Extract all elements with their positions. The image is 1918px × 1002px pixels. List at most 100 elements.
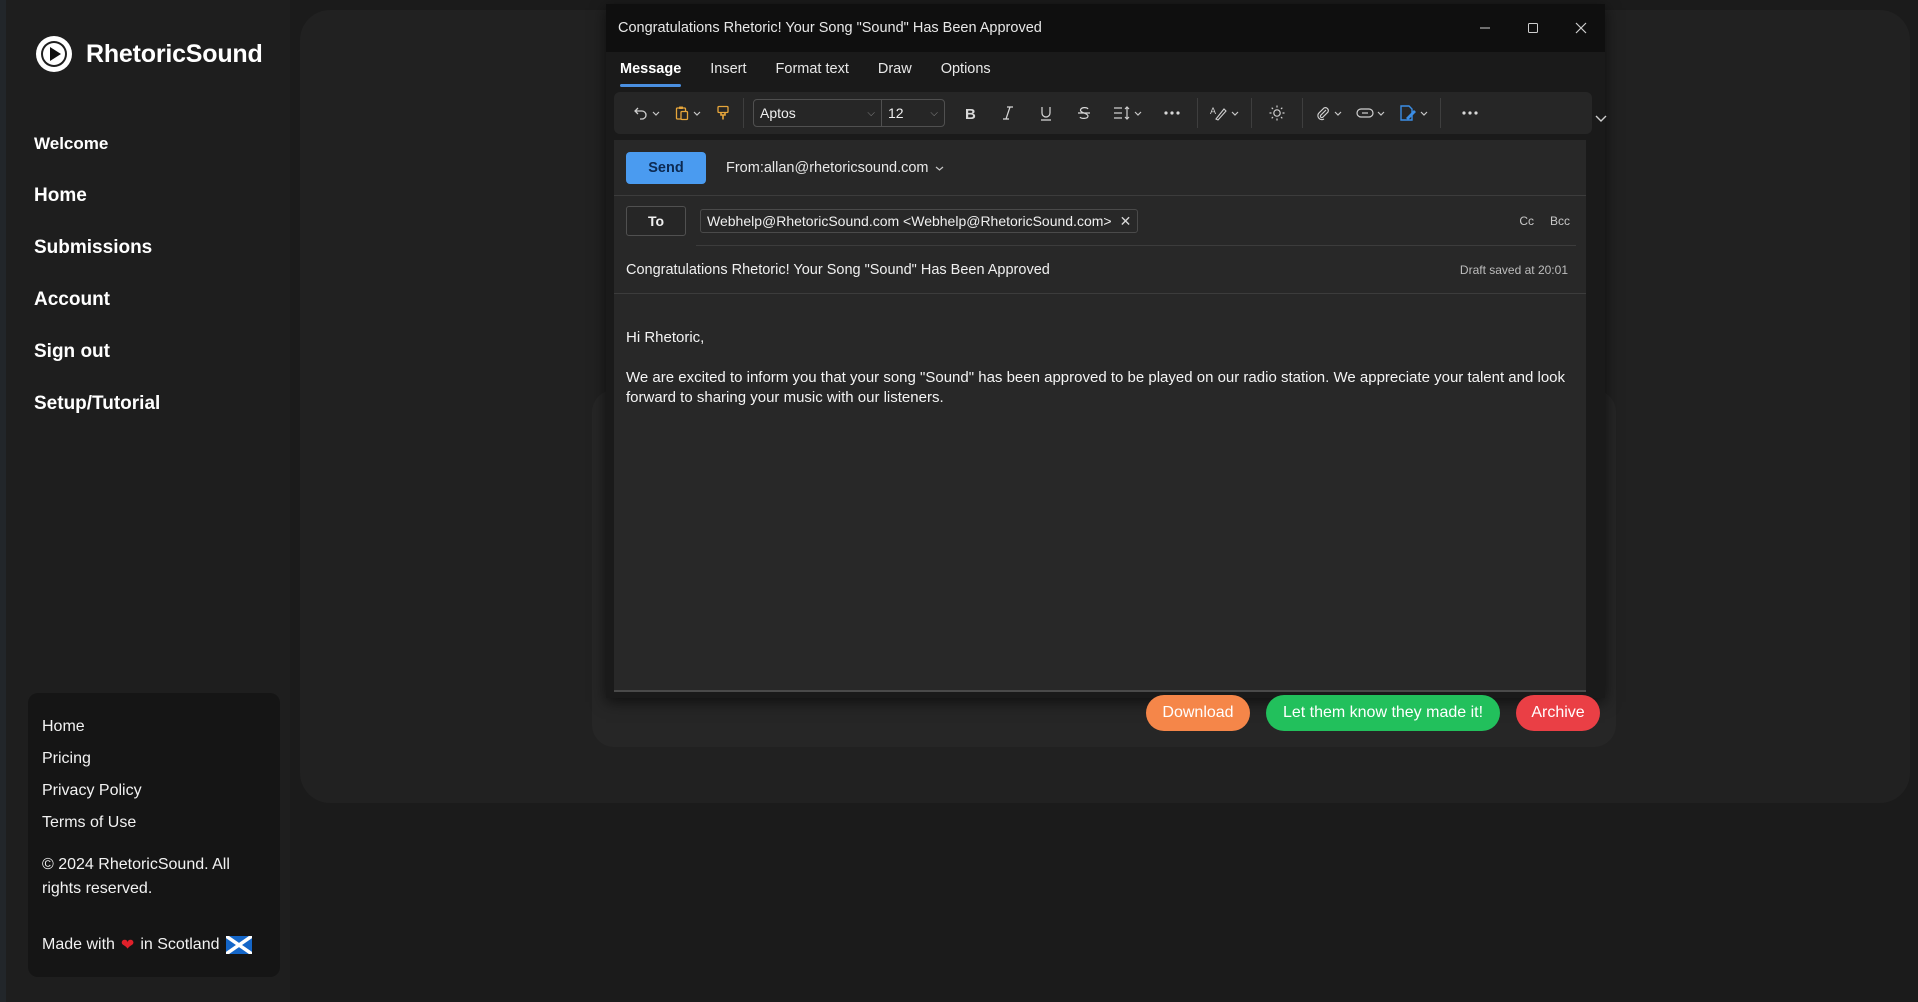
signature-icon [1400, 105, 1416, 121]
archive-button[interactable]: Archive [1516, 695, 1600, 731]
heart-icon: ❤ [120, 937, 135, 954]
bold-button[interactable]: B [951, 98, 989, 128]
chevron-down-icon [1420, 111, 1428, 116]
chevron-down-icon [1334, 111, 1342, 116]
nav-account[interactable]: Account [34, 274, 160, 326]
footer-link-pricing[interactable]: Pricing [42, 743, 142, 775]
message-body[interactable]: Hi Rhetoric, We are excited to inform yo… [614, 294, 1586, 408]
italic-icon [1003, 106, 1013, 120]
line-spacing-icon [1114, 106, 1130, 120]
footer-link-home[interactable]: Home [42, 711, 142, 743]
subject-field[interactable]: Congratulations Rhetoric! Your Song "Sou… [626, 262, 1050, 278]
tab-message[interactable]: Message [620, 52, 682, 90]
nav-home[interactable]: Home [34, 170, 160, 222]
nav-welcome[interactable]: Welcome [34, 118, 160, 170]
nav-sign-out[interactable]: Sign out [34, 326, 160, 378]
tab-draw[interactable]: Draw [878, 52, 912, 90]
editor-pen-icon: A [1210, 106, 1227, 121]
footer-links: Home Pricing Privacy Policy Terms of Use [42, 711, 142, 839]
footer-link-privacy-policy[interactable]: Privacy Policy [42, 775, 142, 807]
send-button[interactable]: Send [626, 151, 706, 184]
ribbon-expand-button[interactable] [1595, 110, 1607, 128]
sidebar: RhetoricSound Welcome Home Submissions A… [0, 0, 290, 1002]
italic-button[interactable] [989, 98, 1027, 128]
close-icon [1575, 22, 1587, 34]
svg-text:A: A [1210, 106, 1216, 116]
bcc-button[interactable]: Bcc [1550, 214, 1570, 228]
clipboard-icon [675, 106, 689, 121]
play-logo-icon [36, 36, 72, 72]
signature-button[interactable] [1392, 98, 1435, 128]
font-size-value: 12 [888, 105, 904, 121]
line-spacing-button[interactable] [1103, 98, 1152, 128]
toolbar-separator [1302, 98, 1303, 128]
format-painter-icon [717, 105, 729, 120]
underline-button[interactable] [1027, 98, 1065, 128]
made-with-suffix: in Scotland [140, 936, 220, 953]
chevron-down-icon [935, 166, 943, 171]
title-bar[interactable]: Congratulations Rhetoric! Your Song "Sou… [606, 4, 1605, 52]
from-row: Send From:allan@rhetoricsound.com [614, 140, 1586, 196]
chevron-down-icon [693, 111, 701, 116]
close-button[interactable] [1557, 4, 1605, 52]
tab-insert[interactable]: Insert [710, 52, 746, 90]
notify-artist-button[interactable]: Let them know they made it! [1266, 695, 1500, 731]
brand-name: RhetoricSound [86, 39, 263, 68]
more-icon [1462, 111, 1478, 115]
footer-link-terms-of-use[interactable]: Terms of Use [42, 807, 142, 839]
insert-link-button[interactable] [1349, 98, 1392, 128]
download-button[interactable]: Download [1146, 695, 1250, 731]
nav-setup-tutorial[interactable]: Setup/Tutorial [34, 378, 160, 430]
sidebar-nav: Welcome Home Submissions Account Sign ou… [34, 118, 160, 430]
paste-button[interactable] [667, 98, 708, 128]
message-greeting: Hi Rhetoric, [626, 329, 705, 346]
svg-text:B: B [965, 106, 976, 121]
sun-icon [1269, 105, 1285, 121]
toolbar-separator [1440, 98, 1441, 128]
ribbon-toolbar: Aptos ⌵ 12 ⌵ B A [614, 92, 1592, 134]
editor-button[interactable]: A [1203, 98, 1246, 128]
draft-status: Draft saved at 20:01 [1459, 262, 1568, 277]
immersive-reader-button[interactable] [1257, 98, 1297, 128]
cc-button[interactable]: Cc [1519, 214, 1534, 228]
font-name-value: Aptos [760, 105, 796, 121]
maximize-icon [1528, 23, 1538, 33]
maximize-button[interactable] [1509, 4, 1557, 52]
undo-button[interactable] [626, 98, 667, 128]
recipient-address: Webhelp@RhetoricSound.com <Webhelp@Rheto… [707, 213, 1112, 229]
attach-file-button[interactable] [1308, 98, 1349, 128]
strikethrough-icon [1078, 107, 1090, 119]
font-name-dropdown[interactable]: Aptos ⌵ [754, 100, 882, 126]
recipient-chip[interactable]: Webhelp@RhetoricSound.com <Webhelp@Rheto… [700, 209, 1139, 233]
subject-row[interactable]: Congratulations Rhetoric! Your Song "Sou… [614, 246, 1586, 294]
nav-submissions[interactable]: Submissions [34, 222, 160, 274]
submission-actions: Download Let them know they made it! Arc… [1146, 695, 1600, 731]
format-painter-button[interactable] [708, 98, 738, 128]
font-size-dropdown[interactable]: 12 ⌵ [882, 100, 944, 126]
from-selector[interactable]: From:allan@rhetoricsound.com [726, 160, 944, 176]
compose-form: Send From:allan@rhetoricsound.com To Web… [614, 140, 1586, 692]
chevron-down-icon [1595, 115, 1607, 122]
message-paragraph: We are excited to inform you that your s… [626, 369, 1566, 406]
from-label: From:allan@rhetoricsound.com [726, 159, 929, 176]
minimize-button[interactable] [1461, 4, 1509, 52]
more-options-button[interactable] [1446, 98, 1494, 128]
strikethrough-button[interactable] [1065, 98, 1103, 128]
tab-format-text[interactable]: Format text [776, 52, 849, 90]
chevron-down-icon: ⌵ [930, 107, 938, 119]
brand[interactable]: RhetoricSound [34, 34, 263, 74]
toolbar-separator [1197, 98, 1198, 128]
tab-options[interactable]: Options [941, 52, 991, 90]
paperclip-icon [1317, 107, 1329, 121]
to-button[interactable]: To [626, 206, 686, 236]
link-icon [1356, 108, 1374, 118]
window-controls [1461, 4, 1605, 52]
more-icon [1164, 111, 1180, 115]
chevron-down-icon [652, 111, 660, 116]
ribbon-tabs: Message Insert Format text Draw Options [606, 52, 1605, 90]
toolbar-separator [1251, 98, 1252, 128]
cc-bcc: Cc Bcc [1519, 214, 1570, 228]
remove-recipient-icon[interactable]: ✕ [1120, 213, 1132, 230]
more-formatting-button[interactable] [1152, 98, 1192, 128]
to-row: To Webhelp@RhetoricSound.com <Webhelp@Rh… [614, 196, 1586, 246]
